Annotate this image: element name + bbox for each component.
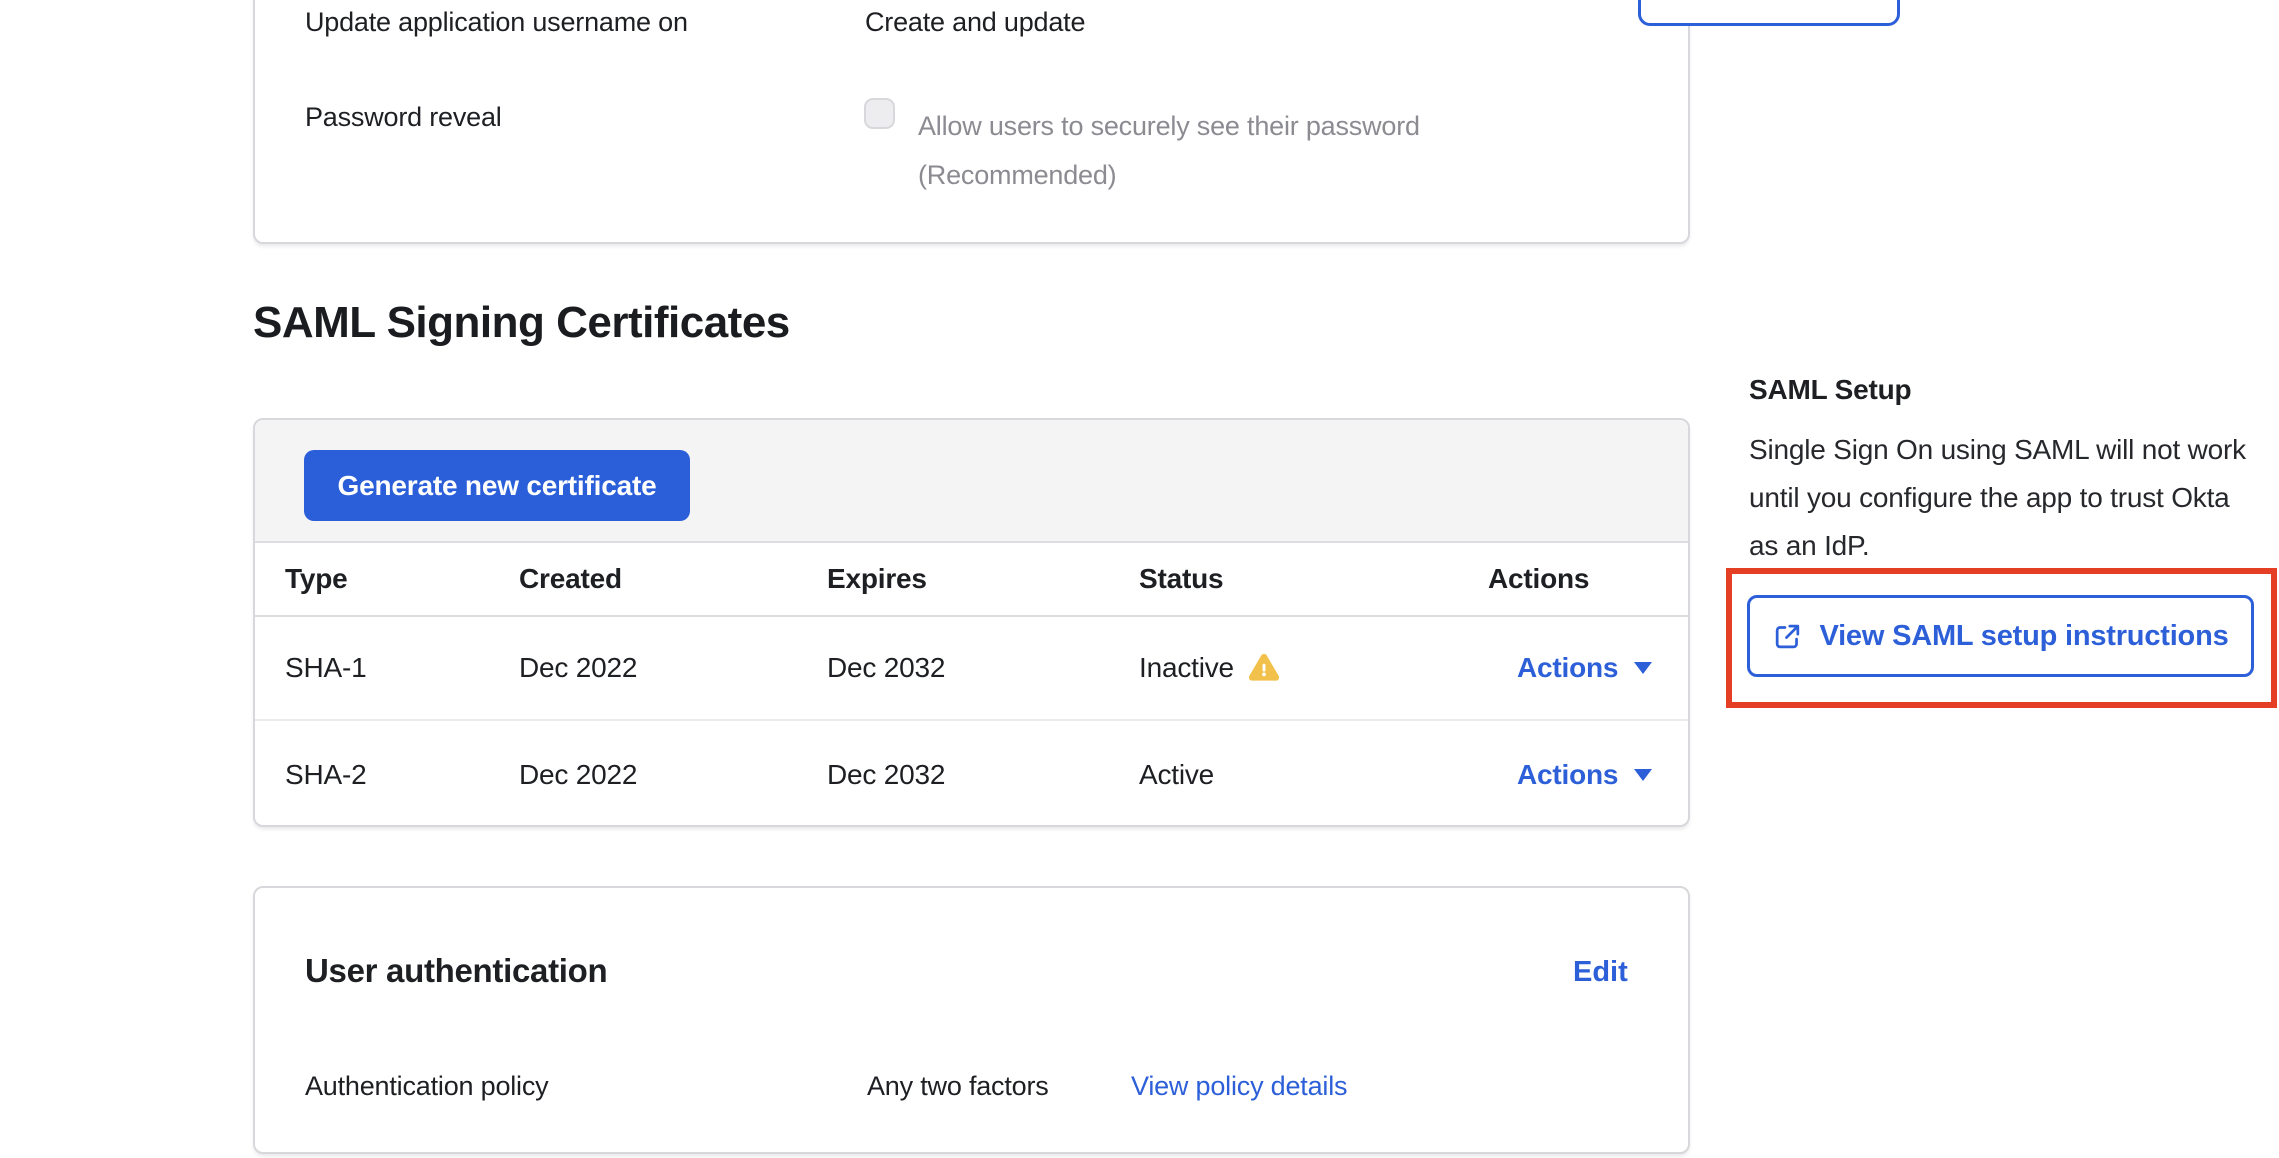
saml-setup-description: Single Sign On using SAML will not work …	[1749, 426, 2249, 570]
column-header-status: Status	[1139, 563, 1223, 595]
generate-certificate-button[interactable]: Generate new certificate	[304, 450, 690, 521]
column-header-expires: Expires	[827, 563, 927, 595]
username-update-label: Update application username on	[305, 7, 688, 38]
authentication-policy-label: Authentication policy	[305, 1071, 548, 1102]
view-policy-details-link[interactable]: View policy details	[1131, 1071, 1347, 1102]
table-header-row: Type Created Expires Status Actions	[255, 543, 1688, 617]
external-link-icon	[1772, 621, 1803, 652]
actions-label: Actions	[1517, 759, 1618, 791]
actions-label: Actions	[1517, 652, 1618, 684]
authentication-policy-value: Any two factors	[867, 1071, 1049, 1102]
password-reveal-checkbox[interactable]	[864, 98, 895, 129]
cert-status-cell: Active	[1139, 759, 1214, 791]
caret-down-icon	[1634, 662, 1652, 674]
table-row: SHA-2 Dec 2022 Dec 2032 Active Actions	[255, 723, 1688, 827]
column-header-type: Type	[285, 563, 347, 595]
update-now-button[interactable]: Update Now	[1638, 0, 1900, 26]
user-authentication-card: User authentication Edit Authentication …	[253, 886, 1690, 1154]
username-update-value: Create and update	[865, 7, 1085, 38]
actions-dropdown[interactable]: Actions	[1517, 652, 1652, 684]
cert-expires: Dec 2032	[827, 652, 945, 684]
cert-created: Dec 2022	[519, 759, 637, 791]
column-header-actions: Actions	[1488, 563, 1589, 595]
page-title: SAML Signing Certificates	[253, 298, 790, 348]
password-reveal-description: Allow users to securely see their passwo…	[918, 102, 1518, 200]
status-text: Inactive	[1139, 652, 1234, 684]
saml-setup-button-label: View SAML setup instructions	[1819, 620, 2228, 653]
status-text: Active	[1139, 759, 1214, 791]
actions-dropdown[interactable]: Actions	[1517, 759, 1652, 791]
password-reveal-label: Password reveal	[305, 102, 502, 133]
column-header-created: Created	[519, 563, 622, 595]
view-saml-setup-instructions-button[interactable]: View SAML setup instructions	[1747, 595, 2254, 677]
page: Update application username on Create an…	[0, 0, 2279, 1158]
edit-link[interactable]: Edit	[1573, 956, 1628, 989]
user-authentication-title: User authentication	[305, 952, 607, 990]
cert-expires: Dec 2032	[827, 759, 945, 791]
sign-on-settings-card: Update application username on Create an…	[253, 0, 1690, 244]
table-row: SHA-1 Dec 2022 Dec 2032 Inactive Actions	[255, 617, 1688, 721]
cert-created: Dec 2022	[519, 652, 637, 684]
warning-icon[interactable]	[1249, 653, 1279, 683]
table-toolbar: Generate new certificate	[255, 420, 1688, 543]
cert-type: SHA-2	[285, 759, 366, 791]
cert-status-cell: Inactive	[1139, 652, 1279, 684]
saml-setup-heading: SAML Setup	[1749, 374, 1911, 406]
caret-down-icon	[1634, 769, 1652, 781]
certificates-table: Generate new certificate Type Created Ex…	[253, 418, 1690, 827]
cert-type: SHA-1	[285, 652, 366, 684]
